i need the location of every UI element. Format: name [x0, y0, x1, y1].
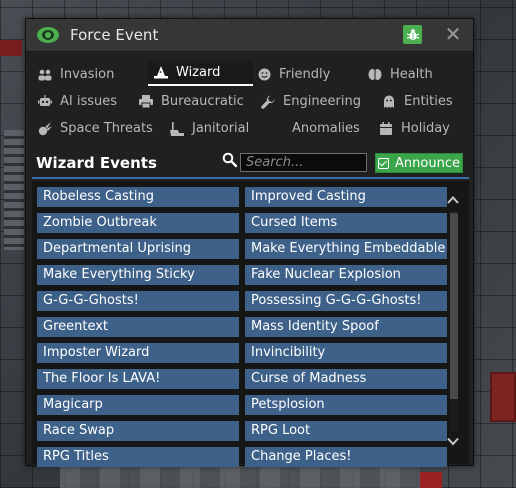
- eye-icon: [37, 27, 59, 43]
- event-button[interactable]: Make Everything Embeddable: [245, 239, 447, 259]
- print-icon: [139, 95, 153, 109]
- tab-engineering[interactable]: Engineering: [255, 89, 367, 114]
- scroll-down-icon[interactable]: [446, 434, 460, 448]
- event-button[interactable]: Curse of Madness: [245, 369, 447, 389]
- force-event-window: Force Event ✕ Invasion Wizard Friendly H…: [25, 18, 474, 467]
- event-button[interactable]: Cursed Items: [245, 213, 447, 233]
- tab-label: Wizard: [176, 65, 221, 80]
- background-sign: [420, 472, 442, 488]
- robot-icon: [38, 95, 52, 109]
- event-button[interactable]: Imposter Wizard: [37, 343, 239, 363]
- event-button[interactable]: Greentext: [37, 317, 239, 337]
- bug-report-button[interactable]: [403, 25, 422, 44]
- event-button[interactable]: Zombie Outbreak: [37, 213, 239, 233]
- smile-icon: [257, 68, 271, 82]
- event-button[interactable]: Petsplosion: [245, 395, 447, 415]
- event-button[interactable]: Possessing G-G-G-Ghosts!: [245, 291, 447, 311]
- tab-entities[interactable]: Entities: [376, 89, 459, 114]
- event-button[interactable]: RPG Titles: [37, 447, 239, 467]
- tab-label: Entities: [404, 94, 453, 109]
- tab-anomalies[interactable]: Anomalies: [286, 116, 366, 141]
- tab-label: Space Threats: [60, 121, 153, 136]
- search-input[interactable]: [240, 153, 367, 172]
- wrench-icon: [261, 95, 275, 109]
- broom-icon: [170, 121, 184, 136]
- bug-icon: [406, 28, 419, 40]
- event-button[interactable]: Departmental Uprising: [37, 239, 239, 259]
- tab-label: Anomalies: [292, 121, 360, 136]
- event-button[interactable]: Magicarp: [37, 395, 239, 415]
- event-button[interactable]: RPG Loot: [245, 421, 447, 441]
- tab-invasion[interactable]: Invasion: [32, 62, 120, 87]
- tab-bureaucratic[interactable]: Bureaucratic: [133, 89, 250, 114]
- event-button[interactable]: Make Everything Sticky: [37, 265, 239, 285]
- event-button[interactable]: Improved Casting: [245, 187, 447, 207]
- tab-wizard[interactable]: Wizard: [148, 61, 253, 86]
- section-title: Wizard Events: [36, 154, 157, 172]
- tab-holiday[interactable]: Holiday: [373, 116, 456, 141]
- calendar-icon: [379, 122, 393, 136]
- tab-label: Holiday: [401, 121, 450, 136]
- search-icon: [222, 152, 238, 168]
- close-button[interactable]: ✕: [443, 23, 463, 45]
- announce-label: Announce: [395, 155, 460, 171]
- tab-janitorial[interactable]: Janitorial: [164, 116, 255, 141]
- event-button[interactable]: Race Swap: [37, 421, 239, 441]
- tab-label: Engineering: [283, 94, 361, 109]
- close-icon: ✕: [444, 22, 462, 46]
- scroll-up-icon[interactable]: [446, 193, 460, 207]
- title-bar[interactable]: Force Event ✕: [26, 19, 473, 52]
- event-button[interactable]: Robeless Casting: [37, 187, 239, 207]
- ghost-icon: [382, 95, 396, 109]
- tab-friendly[interactable]: Friendly: [251, 62, 336, 87]
- event-button[interactable]: Invincibility: [245, 343, 447, 363]
- event-button[interactable]: Change Places!: [245, 447, 447, 467]
- background-console: [490, 372, 516, 422]
- event-button[interactable]: Mass Identity Spoof: [245, 317, 447, 337]
- background-rack: [4, 130, 24, 250]
- tab-label: Health: [390, 67, 433, 82]
- checkbox-checked-icon: [378, 157, 390, 169]
- users-icon: [38, 68, 52, 82]
- wizard-hat-icon: [154, 66, 168, 80]
- meteor-icon: [38, 121, 52, 136]
- event-button[interactable]: G-G-G-Ghosts!: [37, 291, 239, 311]
- tab-space-threats[interactable]: Space Threats: [32, 116, 159, 141]
- brain-icon: [368, 68, 382, 82]
- announce-toggle-button[interactable]: Announce: [375, 153, 463, 173]
- event-button[interactable]: Fake Nuclear Explosion: [245, 265, 447, 285]
- tab-health[interactable]: Health: [362, 62, 439, 87]
- tab-label: AI issues: [60, 94, 118, 109]
- tab-label: Janitorial: [192, 121, 250, 136]
- event-button[interactable]: The Floor Is LAVA!: [37, 369, 239, 389]
- tab-label: Invasion: [60, 67, 115, 82]
- tab-ai-issues[interactable]: AI issues: [32, 89, 123, 114]
- scrollbar-thumb[interactable]: [450, 213, 458, 399]
- window-title: Force Event: [70, 26, 159, 44]
- section-divider: [32, 177, 469, 179]
- tab-label: Friendly: [279, 67, 331, 82]
- tab-label: Bureaucratic: [161, 94, 244, 109]
- background-machine: [0, 40, 22, 56]
